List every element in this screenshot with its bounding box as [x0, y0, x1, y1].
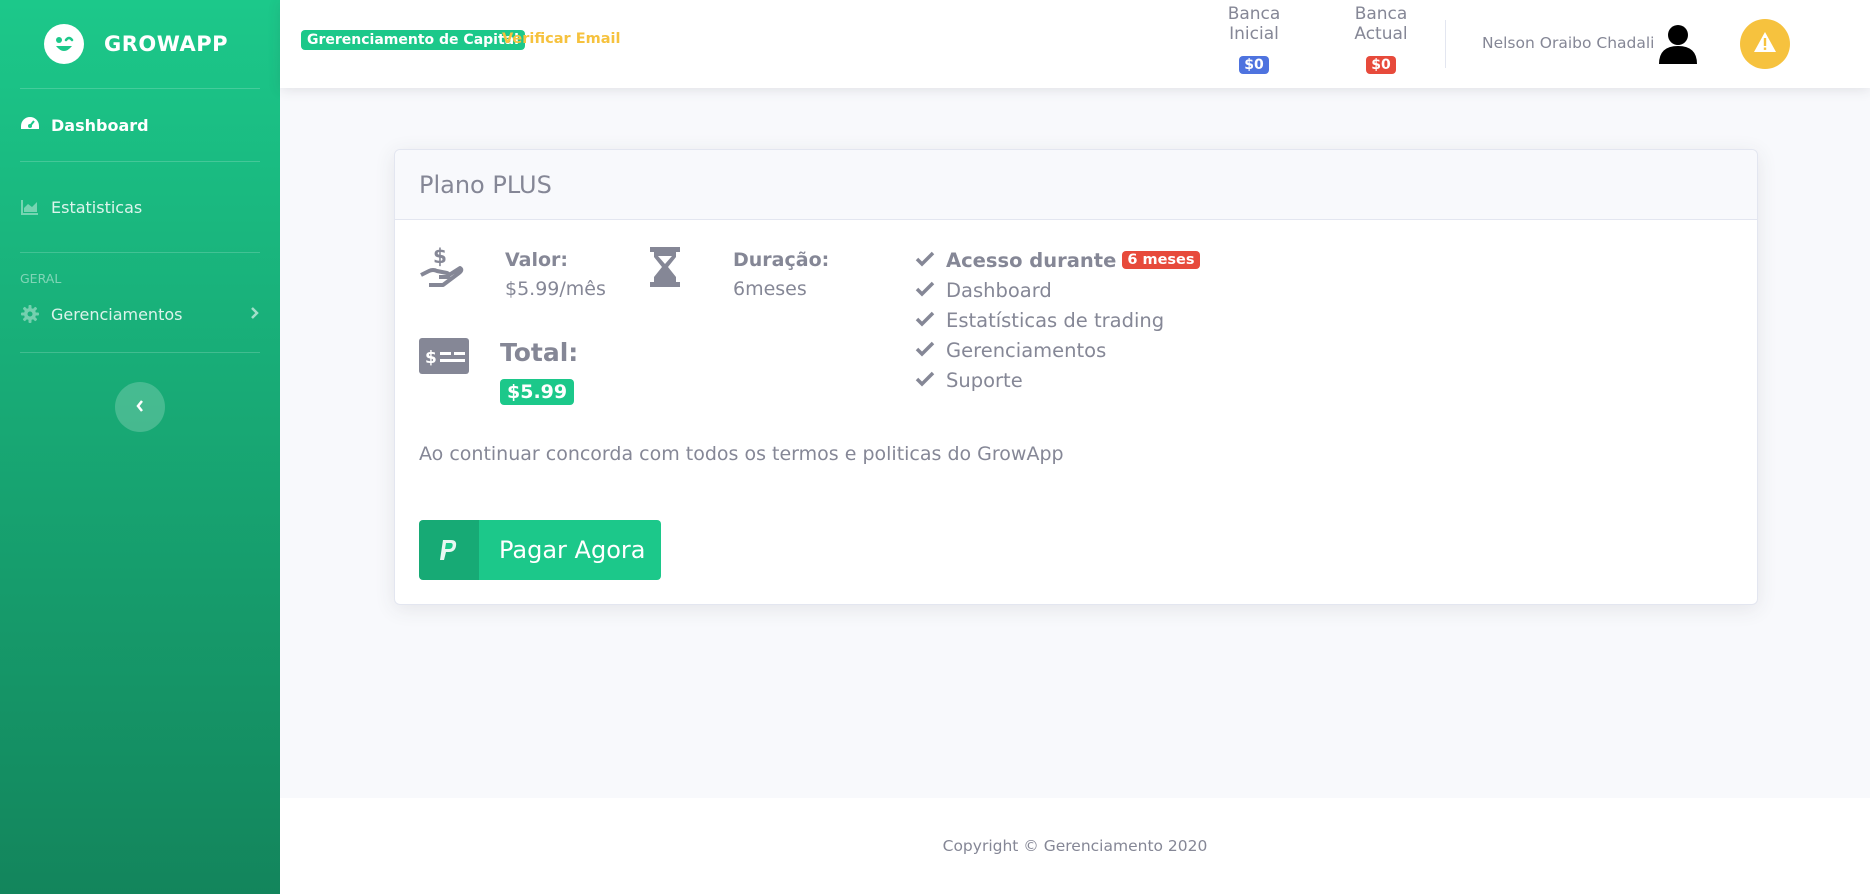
cog-icon	[20, 304, 40, 324]
topbar: Grerenciamento de Capital Verificar Emai…	[280, 0, 1870, 88]
check-icon	[915, 249, 937, 272]
check-icon	[915, 309, 937, 332]
hand-holding-usd-icon: $	[419, 244, 465, 293]
duracao-value: 6meses	[733, 278, 807, 300]
alert-button[interactable]	[1740, 19, 1790, 69]
banca-inicial-label: Banca Inicial	[1227, 4, 1281, 44]
footer: Copyright © Gerenciamento 2020	[280, 798, 1870, 894]
feature-text: Suporte	[946, 368, 1023, 392]
laugh-wink-icon	[44, 24, 84, 64]
plan-card: Plano PLUS $ Valor: $5.99/mês Duração: 6…	[394, 149, 1758, 605]
sidebar-item-label: Dashboard	[51, 115, 149, 135]
feature-text: Dashboard	[946, 278, 1052, 302]
banca-inicial: Banca Inicial $0	[1204, 4, 1304, 74]
check-icon	[915, 339, 937, 362]
total-value: $5.99	[500, 379, 575, 405]
sidebar-toggle-button[interactable]	[115, 382, 165, 432]
sidebar-item-gerenciamentos[interactable]: Gerenciamentos	[0, 286, 280, 342]
avatar[interactable]	[1654, 20, 1702, 68]
tachometer-icon	[20, 115, 40, 135]
sidebar-item-dashboard[interactable]: Dashboard	[0, 89, 280, 161]
sidebar-item-label: Gerenciamentos	[51, 304, 183, 324]
feature-item: Dashboard	[915, 275, 1200, 305]
warning-icon	[1753, 31, 1777, 57]
valor-label: Valor:	[505, 249, 569, 271]
pay-now-label: Pagar Agora	[499, 536, 646, 564]
duracao-label: Duração:	[733, 249, 830, 271]
feature-item: Gerenciamentos	[915, 335, 1200, 365]
terms-text: Ao continuar concorda com todos os termo…	[419, 443, 1064, 465]
feature-item: Acesso durante 6 meses	[915, 245, 1200, 275]
sidebar-item-label: Estatisticas	[51, 197, 143, 217]
area-chart-icon	[20, 197, 40, 217]
brand[interactable]: GROWAPP	[0, 0, 280, 88]
plan-title: Plano PLUS	[395, 150, 1757, 220]
valor-value: $5.99/mês	[505, 278, 606, 300]
sidebar: GROWAPP Dashboard Estatisticas Geral	[0, 0, 280, 894]
svg-text:$: $	[433, 245, 447, 268]
chevron-left-icon	[135, 398, 145, 417]
sidebar-heading: Geral	[20, 271, 62, 286]
capital-management-badge: Grerenciamento de Capital	[301, 30, 525, 50]
hourglass-icon	[648, 245, 682, 293]
topbar-divider	[1445, 20, 1446, 68]
sidebar-item-estatisticas[interactable]: Estatisticas	[0, 162, 280, 252]
chevron-right-icon	[250, 305, 260, 324]
paypal-icon	[419, 520, 479, 580]
check-icon	[915, 369, 937, 392]
feature-text: Estatísticas de trading	[946, 308, 1165, 332]
sidebar-divider	[20, 352, 260, 353]
duration-badge: 6 meses	[1122, 251, 1200, 269]
banca-actual-value: $0	[1366, 56, 1396, 74]
svg-text:$: $	[425, 348, 437, 368]
brand-name: GROWAPP	[104, 32, 229, 56]
feature-text: Acesso durante	[946, 248, 1117, 272]
verify-email-link[interactable]: Verificar Email	[502, 31, 620, 47]
sidebar-divider	[20, 252, 260, 253]
copyright-text: Copyright © Gerenciamento 2020	[942, 837, 1208, 855]
money-check-icon: $	[419, 338, 469, 378]
user-name[interactable]: Nelson Oraibo Chadali	[1482, 34, 1654, 52]
banca-inicial-value: $0	[1239, 56, 1269, 74]
banca-actual-label: Banca Actual	[1354, 4, 1408, 44]
feature-text: Gerenciamentos	[946, 338, 1107, 362]
banca-actual: Banca Actual $0	[1328, 4, 1434, 74]
total-label: Total:	[500, 338, 579, 367]
feature-item: Suporte	[915, 365, 1200, 395]
feature-item: Estatísticas de trading	[915, 305, 1200, 335]
features-list: Acesso durante 6 meses Dashboard Estatís…	[915, 245, 1200, 395]
pay-now-button[interactable]: Pagar Agora	[419, 520, 661, 580]
check-icon	[915, 279, 937, 302]
